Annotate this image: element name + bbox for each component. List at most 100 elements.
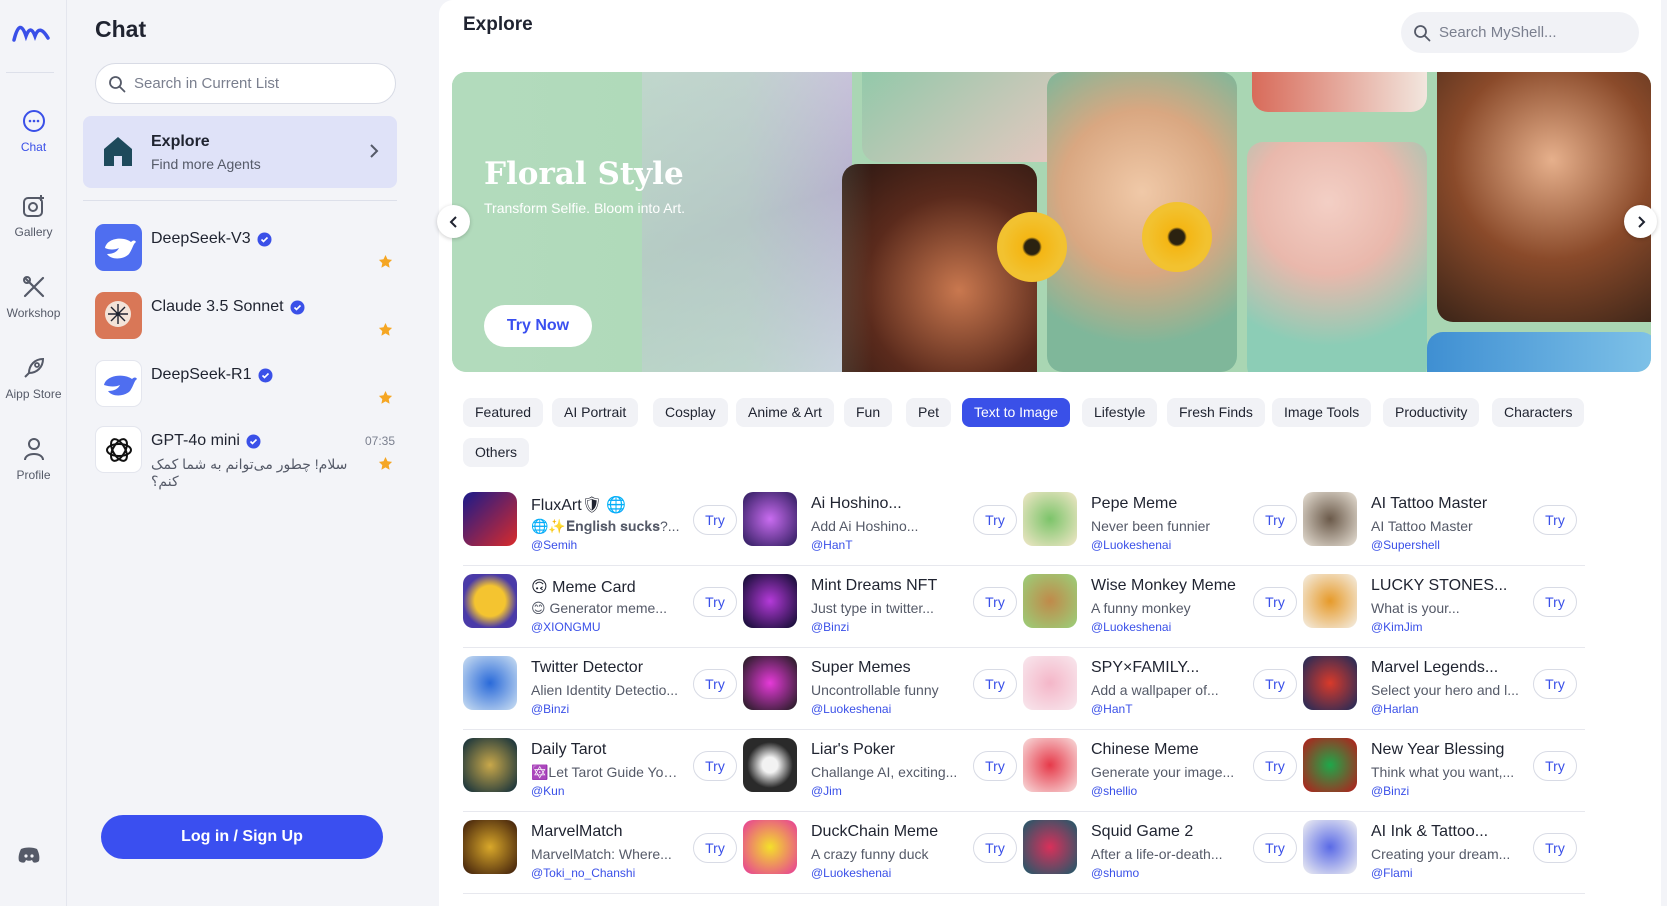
global-search-input[interactable]: Search MyShell...	[1401, 12, 1639, 53]
agent-item-deepseek-v3[interactable]: DeepSeek-V3	[95, 224, 395, 282]
agent-card[interactable]: FluxArt🛡 🌐 🌐✨𝐄𝐧𝐠𝐥𝐢𝐬𝐡 𝐬𝐮𝐜𝐤𝐬?... @Semih Try	[463, 492, 745, 566]
tab-characters[interactable]: Characters	[1492, 398, 1585, 427]
agent-card-author[interactable]: @Luokeshenai	[1091, 620, 1171, 634]
agent-card-try-button[interactable]: Try	[693, 751, 737, 781]
agent-card-author[interactable]: @Supershell	[1371, 538, 1440, 552]
agent-card-try-button[interactable]: Try	[1533, 669, 1577, 699]
agent-card-author[interactable]: @shumo	[1091, 866, 1139, 880]
banner-next-button[interactable]	[1624, 205, 1657, 238]
agent-card-try-button[interactable]: Try	[973, 505, 1017, 535]
agent-card[interactable]: Marvel Legends... Select your hero and l.…	[1303, 656, 1585, 730]
agent-card-try-button[interactable]: Try	[1533, 505, 1577, 535]
agent-card[interactable]: Daily Tarot 🔯Let Tarot Guide You... @Kun Tr…	[463, 738, 745, 812]
agent-card[interactable]: LUCKY STONES... What is your... @KimJim Try	[1303, 574, 1585, 648]
agent-item-gpt-4o-mini[interactable]: GPT-4o mini 07:35 سلام! چطور می‌توانم به…	[95, 426, 395, 489]
agent-card-name: Daily Tarot	[531, 741, 607, 758]
tab-ai-portrait[interactable]: AI Portrait	[552, 398, 639, 427]
star-icon[interactable]	[378, 456, 393, 471]
featured-banner[interactable]: Floral Style Transform Selfie. Bloom int…	[452, 72, 1651, 372]
tab-fun[interactable]: Fun	[844, 398, 893, 427]
agent-card-author[interactable]: @KimJim	[1371, 620, 1423, 634]
tab-fresh-finds[interactable]: Fresh Finds	[1167, 398, 1265, 427]
agent-card[interactable]: Twitter Detector Alien Identity Detectio.…	[463, 656, 745, 730]
star-icon[interactable]	[378, 254, 393, 269]
agent-card[interactable]: Wise Monkey Meme A funny monkey @Luokeshen…	[1023, 574, 1305, 648]
tab-featured[interactable]: Featured	[463, 398, 544, 427]
tab-text-to-image[interactable]: Text to Image	[962, 398, 1071, 427]
agent-card-try-button[interactable]: Try	[1533, 751, 1577, 781]
agent-card-author[interactable]: @Kun	[531, 784, 565, 798]
rail-item-profile[interactable]: Profile	[0, 436, 67, 482]
banner-try-now-button[interactable]: Try Now	[484, 305, 592, 347]
agent-card-try-button[interactable]: Try	[973, 833, 1017, 863]
agent-card-description: Alien Identity Detectio...	[531, 682, 679, 698]
agent-card-author[interactable]: @Luokeshenai	[1091, 538, 1171, 552]
agent-card[interactable]: AI Tattoo Master AI Tattoo Master @Supersh…	[1303, 492, 1585, 566]
chat-search-input[interactable]: Search in Current List	[95, 63, 396, 104]
rail-item-chat[interactable]: Chat	[0, 108, 67, 154]
agent-card[interactable]: New Year Blessing Think what you want,...…	[1303, 738, 1585, 812]
agent-card[interactable]: Squid Game 2 After a life-or-death... @shu…	[1023, 820, 1305, 894]
agent-card-name: Mint Dreams NFT	[811, 577, 938, 594]
agent-card-author[interactable]: @Binzi	[1371, 784, 1409, 798]
agent-card-author[interactable]: @HanT	[1091, 702, 1133, 716]
agent-card[interactable]: MarvelMatch MarvelMatch: Where... @Toki_no…	[463, 820, 745, 894]
agent-card[interactable]: DuckChain Meme A crazy funny duck @Luokesh…	[743, 820, 1025, 894]
star-icon[interactable]	[378, 390, 393, 405]
agent-card-author[interactable]: @Flami	[1371, 866, 1413, 880]
explore-card[interactable]: Explore Find more Agents	[83, 116, 397, 188]
agent-card[interactable]: Pepe Meme Never been funnier @Luokeshenai T…	[1023, 492, 1305, 566]
agent-card-author[interactable]: @shellio	[1091, 784, 1137, 798]
banner-prev-button[interactable]	[437, 205, 470, 238]
agent-card-try-button[interactable]: Try	[693, 833, 737, 863]
rail-item-workshop[interactable]: Workshop	[0, 274, 67, 320]
rail-item-gallery[interactable]: Gallery	[0, 193, 67, 239]
agent-card[interactable]: Super Memes Uncontrollable funny @Luokeshe…	[743, 656, 1025, 730]
agent-card-try-button[interactable]: Try	[1253, 833, 1297, 863]
agent-card-try-button[interactable]: Try	[1253, 587, 1297, 617]
tab-pet[interactable]: Pet	[906, 398, 952, 427]
tab-productivity[interactable]: Productivity	[1383, 398, 1480, 427]
agent-card[interactable]: Liar's Poker Challange AI, exciting... @Ji…	[743, 738, 1025, 812]
agent-card-author[interactable]: @Luokeshenai	[811, 866, 891, 880]
agent-card-try-button[interactable]: Try	[973, 587, 1017, 617]
agent-card-try-button[interactable]: Try	[1253, 669, 1297, 699]
rail-item-aipp-store[interactable]: Aipp Store	[0, 355, 67, 401]
agent-card-author[interactable]: @Semih	[531, 538, 577, 552]
agent-card-try-button[interactable]: Try	[693, 669, 737, 699]
tab-image-tools[interactable]: Image Tools	[1272, 398, 1372, 427]
agent-card[interactable]: Mint Dreams NFT Just type in twitter... @B…	[743, 574, 1025, 648]
agent-card-author[interactable]: @HanT	[811, 538, 853, 552]
agent-card-author[interactable]: @Binzi	[811, 620, 849, 634]
agent-card-try-button[interactable]: Try	[973, 669, 1017, 699]
star-icon[interactable]	[378, 322, 393, 337]
agent-card-try-button[interactable]: Try	[973, 751, 1017, 781]
tab-lifestyle[interactable]: Lifestyle	[1082, 398, 1158, 427]
agent-card-try-button[interactable]: Try	[693, 505, 737, 535]
agent-card[interactable]: SPY×FAMILY... Add a wallpaper of... @HanT T…	[1023, 656, 1305, 730]
agent-card-author[interactable]: @XIONGMU	[531, 620, 601, 634]
myshell-logo[interactable]	[12, 20, 50, 44]
discord-icon[interactable]	[18, 846, 40, 864]
agent-item-deepseek-r1[interactable]: DeepSeek-R1	[95, 360, 395, 418]
agent-card[interactable]: 🙃 Meme Card 😊 Generator meme... @XIONGMU Tr…	[463, 574, 745, 648]
agent-card-author[interactable]: @Toki_no_Chanshi	[531, 866, 635, 880]
tab-others[interactable]: Others	[463, 438, 530, 467]
agent-card-try-button[interactable]: Try	[1533, 587, 1577, 617]
agent-card-author[interactable]: @Binzi	[531, 702, 569, 716]
agent-card-try-button[interactable]: Try	[1533, 833, 1577, 863]
login-signup-button[interactable]: Log in / Sign Up	[101, 815, 383, 859]
tab-anime-art[interactable]: Anime & Art	[736, 398, 834, 427]
agent-card[interactable]: AI Ink & Tattoo... Creating your dream...…	[1303, 820, 1585, 894]
agent-card[interactable]: Chinese Meme Generate your image... @shell…	[1023, 738, 1305, 812]
agent-item-claude-3-5-sonnet[interactable]: Claude 3.5 Sonnet	[95, 292, 395, 350]
agent-card-author[interactable]: @Harlan	[1371, 702, 1419, 716]
agent-card-try-button[interactable]: Try	[1253, 751, 1297, 781]
banner-photo	[862, 72, 1062, 162]
agent-card-try-button[interactable]: Try	[1253, 505, 1297, 535]
agent-card-author[interactable]: @Luokeshenai	[811, 702, 891, 716]
agent-card-author[interactable]: @Jim	[811, 784, 842, 798]
agent-card-try-button[interactable]: Try	[693, 587, 737, 617]
agent-card[interactable]: Ai Hoshino... Add Ai Hoshino... @HanT Try	[743, 492, 1025, 566]
tab-cosplay[interactable]: Cosplay	[653, 398, 728, 427]
